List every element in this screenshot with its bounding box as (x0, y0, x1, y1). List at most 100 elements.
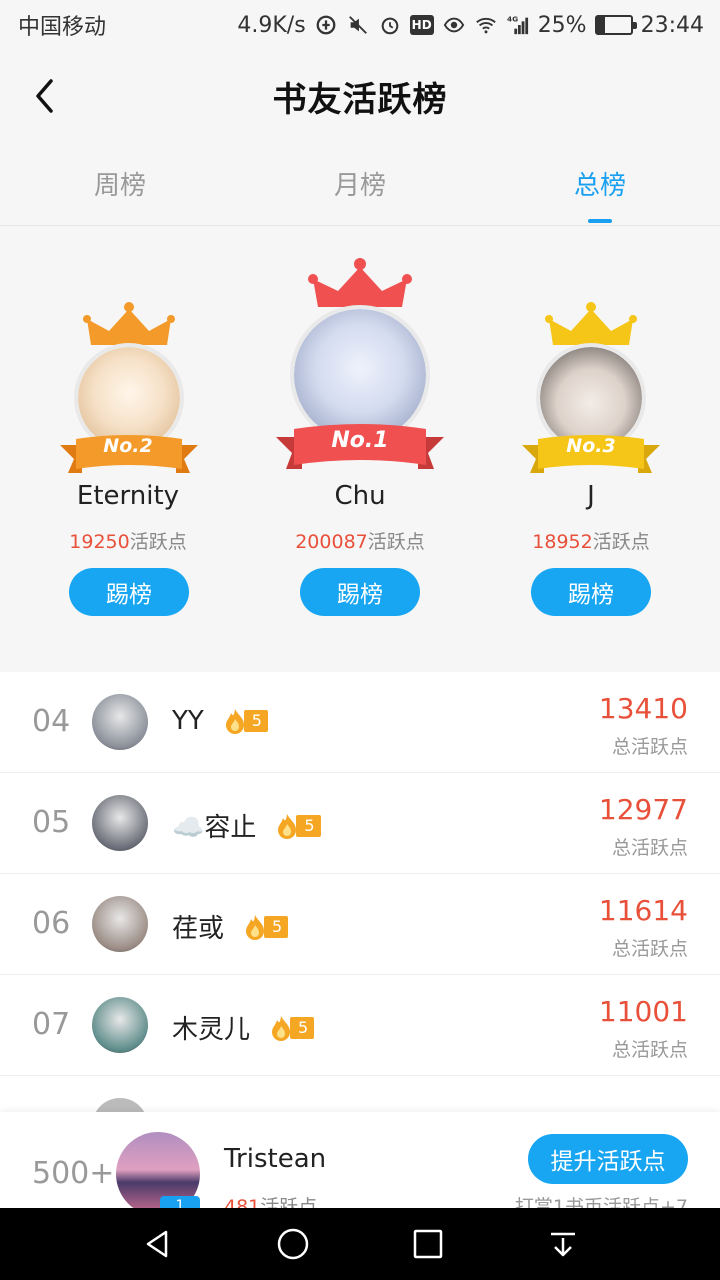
avatar[interactable] (92, 997, 148, 1053)
score-value: 13410 (598, 692, 688, 725)
level-badge: 5 (268, 1015, 315, 1041)
status-icons: 4.9K/s HD 4G 25% 23:44 (237, 13, 704, 38)
rank-badge-text: No.2 (103, 435, 153, 457)
status-bar: 中国移动 4.9K/s HD 4G 25% 23:44 (0, 0, 720, 50)
score-value: 11614 (598, 894, 688, 927)
hd-icon: HD (409, 15, 434, 35)
clock: 23:44 (640, 12, 704, 38)
nav-back-button[interactable] (128, 1214, 188, 1274)
user-name-text: 荏或 (172, 914, 225, 944)
user-name: 木灵儿 5 (172, 1009, 315, 1046)
podium-points: 18952活跃点 (471, 527, 711, 554)
user-name: ☁️容止 5 (172, 807, 321, 844)
network-speed: 4.9K/s (237, 12, 306, 38)
points-value: 200087 (295, 531, 368, 553)
circle-home-icon (277, 1228, 308, 1260)
avatar-image (294, 309, 426, 441)
crown-icon (83, 302, 175, 345)
tab-weekly[interactable]: 周榜 (0, 142, 240, 225)
score-label: 总活跃点 (611, 938, 688, 960)
pull-down-icon (550, 1232, 575, 1257)
my-name: Tristean (224, 1144, 327, 1174)
my-rank-number: 500+ (32, 1156, 115, 1191)
rank-badge-text: No.1 (331, 428, 389, 453)
chevron-left-icon (36, 79, 53, 113)
list-item[interactable]: 05 ☁️容止 5 12977 总活跃点 (0, 773, 720, 874)
podium-name: J (587, 481, 595, 511)
user-name-text: ☁️容止 (172, 813, 257, 843)
level-badge: 5 (222, 709, 268, 734)
user-name-text: 木灵儿 (172, 1015, 251, 1045)
kick-button[interactable]: 踢榜 (300, 568, 420, 616)
signal-icon: 4G (506, 13, 530, 37)
boost-activity-button[interactable]: 提升活跃点 (528, 1134, 688, 1184)
level-badge: 5 (274, 813, 321, 839)
rank-number: 06 (32, 906, 71, 941)
nav-recents-button[interactable] (398, 1214, 458, 1274)
avatar[interactable] (92, 795, 148, 851)
flame-icon (225, 709, 244, 734)
points-unit: 活跃点 (592, 531, 650, 553)
points-unit: 活跃点 (129, 531, 187, 553)
ranking-list: 04 YY 5 13410 总活跃点 05 ☁️容止 5 12977 总活跃点 … (0, 672, 720, 1177)
points-value: 19250 (69, 531, 130, 553)
battery-fill (596, 17, 606, 33)
crown-icon (308, 258, 412, 307)
podium-third: No.3 J 18952活跃点 踢榜 (471, 227, 711, 657)
score-label: 总活跃点 (611, 837, 688, 859)
square-recents-icon (413, 1229, 442, 1259)
kick-button[interactable]: 踢榜 (531, 568, 651, 616)
flame-icon (246, 914, 265, 940)
my-rank-bar: 500+ 1 Tristean 481活跃点 提升活跃点 打赏1书币活跃点+7 (0, 1112, 720, 1210)
page-title: 书友活跃榜 (272, 79, 448, 120)
header: 书友活跃榜 (0, 50, 720, 142)
score-label: 总活跃点 (611, 1039, 688, 1061)
avatar[interactable] (92, 896, 148, 952)
podium-first: No.1 Chu 200087活跃点 踢榜 (240, 227, 480, 657)
points-value: 18952 (532, 531, 593, 553)
mute-icon (346, 13, 370, 37)
wifi-icon (474, 13, 498, 37)
score-value: 11001 (598, 995, 688, 1028)
nav-notification-button[interactable] (533, 1214, 593, 1274)
score-label: 总活跃点 (611, 736, 688, 758)
navigation-bar (0, 1208, 720, 1280)
battery-percent: 25% (537, 12, 587, 38)
podium-name: Chu (334, 481, 386, 511)
points-unit: 活跃点 (367, 531, 425, 553)
tab-bar: 周榜 月榜 总榜 (0, 142, 720, 226)
podium: No.2 Eternity 19250活跃点 踢榜 No.1 Chu 20008… (0, 227, 720, 657)
back-button[interactable] (22, 72, 66, 120)
svg-text:4G: 4G (507, 14, 518, 23)
eye-icon (442, 13, 466, 37)
podium-name: Eternity (76, 481, 180, 511)
avatar[interactable] (92, 694, 148, 750)
tab-monthly[interactable]: 月榜 (240, 142, 480, 225)
nav-home-button[interactable] (263, 1214, 323, 1274)
carrier-label: 中国移动 (18, 15, 107, 40)
kick-button[interactable]: 踢榜 (69, 568, 189, 616)
list-item[interactable]: 04 YY 5 13410 总活跃点 (0, 672, 720, 773)
user-name-text: YY (172, 706, 204, 736)
triangle-back-icon (146, 1230, 167, 1258)
level-badge: 5 (242, 914, 289, 940)
user-name: YY 5 (172, 706, 268, 736)
score-value: 12977 (598, 793, 688, 826)
rank-number: 07 (32, 1007, 71, 1042)
crown-icon (545, 302, 637, 345)
alarm-icon (378, 13, 402, 37)
rank-number: 04 (32, 704, 71, 739)
data-saver-icon (314, 13, 338, 37)
podium-points: 200087活跃点 (240, 527, 480, 554)
user-name: 荏或 5 (172, 908, 289, 945)
list-item[interactable]: 06 荏或 5 11614 总活跃点 (0, 874, 720, 975)
flame-icon (272, 1015, 291, 1041)
podium-second: No.2 Eternity 19250活跃点 踢榜 (8, 227, 248, 657)
list-item[interactable]: 07 木灵儿 5 11001 总活跃点 (0, 975, 720, 1076)
tab-total[interactable]: 总榜 (480, 142, 720, 225)
podium-points: 19250活跃点 (8, 527, 248, 554)
rank-number: 05 (32, 805, 71, 840)
rank-badge-text: No.3 (566, 435, 616, 457)
screen: 中国移动 4.9K/s HD 4G 25% 23:44 书友活跃榜 周榜 月榜 … (0, 0, 720, 1280)
battery-icon (594, 15, 637, 35)
